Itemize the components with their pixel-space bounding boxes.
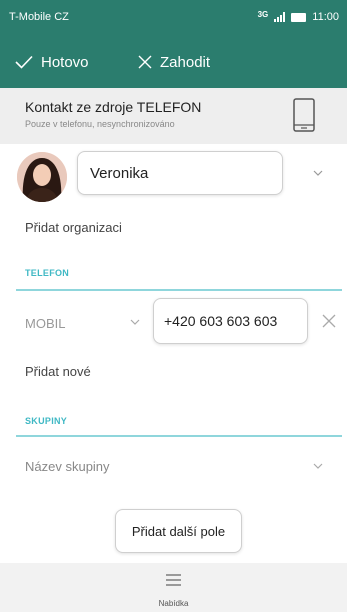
status-bar: T-Mobile CZ 3G 11:00 [0, 0, 347, 36]
phone-number-field[interactable]: +420 603 603 603 [153, 298, 308, 344]
discard-button[interactable]: Zahodit [138, 36, 210, 88]
phone-type-chevron-down-icon[interactable] [130, 319, 140, 326]
battery-icon [291, 12, 307, 22]
remove-phone-close-icon[interactable] [322, 314, 336, 328]
account-subtitle: Pouze v telefonu, nesynchronizováno [25, 119, 175, 129]
signal-icon [274, 12, 286, 22]
expand-name-chevron-down-icon[interactable] [313, 170, 323, 177]
name-field[interactable]: Veronika [77, 151, 283, 195]
close-icon [138, 55, 152, 69]
phone-icon [293, 98, 315, 132]
person-photo-icon [17, 152, 67, 202]
check-icon [15, 55, 33, 69]
phone-section-divider [16, 289, 342, 291]
contact-avatar[interactable] [17, 152, 67, 202]
groups-section-header: SKUPINY [25, 416, 68, 426]
status-icons: 3G 11:00 [257, 9, 339, 24]
network-type: 3G [257, 9, 269, 19]
phone-number-value: +420 603 603 603 [164, 313, 278, 329]
done-label: Hotovo [41, 53, 89, 71]
add-new-phone-link[interactable]: Přidat nové [25, 364, 91, 379]
groups-section-divider [16, 435, 342, 437]
menu-icon [166, 574, 181, 586]
add-organization-link[interactable]: Přidat organizaci [25, 220, 122, 235]
done-button[interactable]: Hotovo [15, 36, 89, 88]
phone-section-header: TELEFON [25, 268, 70, 278]
add-field-button[interactable]: Přidat další pole [115, 509, 242, 553]
carrier-label: T-Mobile CZ [9, 11, 69, 23]
account-source[interactable]: Kontakt ze zdroje TELEFON Pouze v telefo… [0, 88, 347, 144]
discard-label: Zahodit [160, 53, 211, 71]
bottom-menu-bar[interactable]: Nabídka [0, 563, 347, 612]
group-chevron-down-icon[interactable] [313, 463, 323, 470]
clock: 11:00 [312, 11, 339, 23]
account-title: Kontakt ze zdroje TELEFON [25, 99, 202, 115]
name-value: Veronika [90, 164, 149, 182]
group-name-field[interactable]: Název skupiny [25, 459, 110, 474]
menu-label: Nabídka [158, 599, 189, 608]
phone-type-label[interactable]: MOBIL [25, 316, 65, 331]
action-toolbar: Hotovo Zahodit [0, 36, 347, 88]
